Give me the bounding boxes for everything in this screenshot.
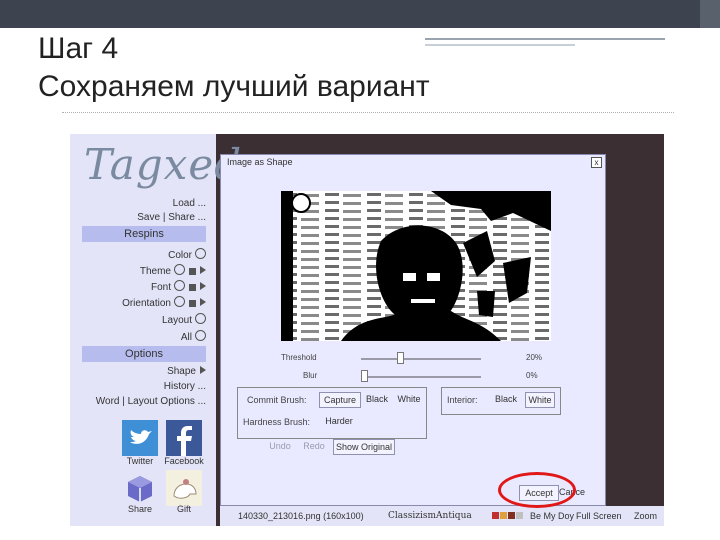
tagxedo-screenshot: Tagxedo Load ... Save | Share ... Respin…	[70, 134, 664, 526]
sidebar-item-label: Layout	[161, 315, 192, 326]
shape-preview-image[interactable]	[281, 191, 551, 341]
respins-header: Respins	[82, 226, 206, 242]
load-link[interactable]: Load ...	[173, 198, 206, 209]
respin-icon	[195, 248, 206, 259]
respin-icon	[195, 313, 206, 324]
dialog-title: Image as Shape	[227, 157, 293, 167]
sidebar-item-all[interactable]: All	[181, 330, 206, 343]
gift-icon[interactable]	[166, 470, 202, 506]
blur-label: Blur	[303, 371, 318, 380]
lock-icon[interactable]	[189, 284, 196, 291]
sidebar-item-label: Shape	[167, 366, 196, 377]
decor-line	[425, 38, 665, 40]
interior-black-button[interactable]: Black	[491, 392, 521, 406]
divider	[62, 112, 674, 113]
play-arrow-icon[interactable]	[200, 298, 206, 306]
sidebar-item-font[interactable]: Font	[151, 280, 206, 293]
respin-icon	[195, 330, 206, 341]
play-arrow-icon[interactable]	[200, 366, 206, 374]
be-my-doy-link[interactable]: Be My Doy	[530, 511, 574, 521]
image-filename: 140330_213016.png (160x100)	[238, 511, 364, 521]
brush-white-button[interactable]: White	[395, 392, 423, 406]
brush-black-button[interactable]: Black	[363, 392, 391, 406]
harder-button[interactable]: Harder	[321, 414, 357, 428]
status-bar: 140330_213016.png (160x100) ClassizismAn…	[220, 506, 664, 526]
threshold-label: Threshold	[281, 353, 317, 362]
image-as-shape-dialog: Image as Shape x Threshold 20% Blur 0% C…	[220, 154, 606, 506]
sidebar-item-shape[interactable]: Shape	[167, 366, 206, 377]
hardness-brush-label: Hardness Brush:	[243, 417, 311, 427]
save-share-link[interactable]: Save | Share ...	[137, 212, 206, 223]
slide-title: Шаг 4 Сохраняем лучший вариант	[38, 30, 430, 106]
color-swatch[interactable]	[508, 512, 515, 519]
fullscreen-link[interactable]: Full Screen	[576, 511, 622, 521]
twitter-icon[interactable]	[122, 420, 158, 456]
color-swatch[interactable]	[500, 512, 507, 519]
interior-label: Interior:	[447, 395, 478, 405]
gift-label: Gift	[176, 504, 191, 514]
lock-icon[interactable]	[189, 268, 196, 275]
slide-title-line1: Шаг 4	[38, 32, 119, 65]
sidebar-item-label: All	[180, 332, 192, 343]
play-arrow-icon[interactable]	[200, 282, 206, 290]
zoom-link[interactable]: Zoom	[634, 511, 657, 521]
sidebar-item-label: Font	[150, 282, 171, 293]
threshold-slider-thumb[interactable]	[397, 352, 404, 364]
options-header: Options	[82, 346, 206, 362]
blur-value: 0%	[526, 371, 538, 380]
facebook-icon[interactable]	[166, 420, 202, 456]
show-original-button[interactable]: Show Original	[333, 439, 395, 455]
slide-title-line2: Сохраняем лучший вариант	[38, 70, 430, 103]
redo-button[interactable]: Redo	[299, 439, 329, 453]
capture-button[interactable]: Capture	[319, 392, 361, 408]
close-icon[interactable]: x	[591, 157, 602, 168]
sidebar-item-color[interactable]: Color	[168, 248, 206, 261]
play-arrow-icon[interactable]	[200, 266, 206, 274]
sidebar-item-orientation[interactable]: Orientation	[122, 296, 206, 309]
undo-button[interactable]: Undo	[265, 439, 295, 453]
lock-icon[interactable]	[189, 300, 196, 307]
color-swatch[interactable]	[492, 512, 499, 519]
threshold-slider-track[interactable]	[361, 358, 481, 360]
blur-slider-thumb[interactable]	[361, 370, 368, 382]
sidebar-item-label: Color	[168, 250, 192, 261]
sidebar-item-layout[interactable]: Layout	[162, 313, 206, 326]
history-link[interactable]: History ...	[164, 381, 206, 392]
blur-slider-track[interactable]	[361, 376, 481, 378]
sidebar: Tagxedo Load ... Save | Share ... Respin…	[70, 134, 267, 526]
share-icon[interactable]	[122, 470, 158, 506]
font-name[interactable]: ClassizismAntiqua	[388, 511, 472, 521]
decor-line	[425, 44, 575, 46]
sidebar-item-label: Theme	[139, 266, 171, 277]
respin-icon	[174, 264, 185, 275]
background-panel	[606, 154, 664, 506]
word-layout-options-link[interactable]: Word | Layout Options ...	[96, 396, 206, 407]
respin-icon	[174, 280, 185, 291]
highlight-ellipse	[498, 472, 576, 508]
top-bar-accent	[700, 0, 720, 28]
share-label: Share	[127, 504, 153, 514]
commit-brush-label: Commit Brush:	[247, 395, 307, 405]
threshold-value: 20%	[526, 353, 543, 362]
color-swatch[interactable]	[516, 512, 523, 519]
sidebar-item-label: Orientation	[122, 298, 171, 309]
twitter-label: Twitter	[126, 456, 154, 466]
respin-icon	[174, 296, 185, 307]
interior-white-button[interactable]: White	[525, 392, 555, 408]
facebook-label: Facebook	[164, 456, 204, 466]
top-bar	[0, 0, 720, 28]
sidebar-item-theme[interactable]: Theme	[140, 264, 206, 277]
